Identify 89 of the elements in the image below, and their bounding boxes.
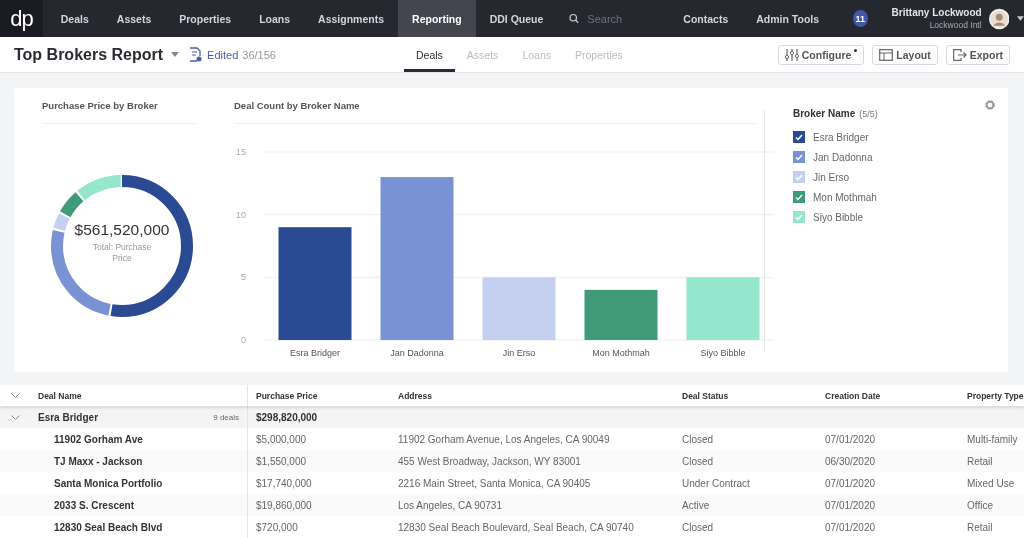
- axis-tick-label: 15: [236, 147, 246, 157]
- axis-category-label: Esra Bridger: [290, 348, 340, 358]
- column-header[interactable]: Property Type: [959, 385, 1024, 406]
- table-cell-text: 455 West Broadway, Jackson, WY 83001: [397, 454, 582, 469]
- nav-link[interactable]: Contacts: [669, 12, 743, 25]
- axis-category-label: Jin Erso: [502, 348, 536, 358]
- table-cell: 2033 S. Crescent: [30, 494, 248, 516]
- checkbox[interactable]: [793, 151, 805, 163]
- checkbox[interactable]: [793, 131, 805, 143]
- sliders-icon: [784, 48, 799, 61]
- legend-count: (5/5): [859, 109, 878, 119]
- settings-icon[interactable]: [984, 99, 996, 111]
- avatar-icon[interactable]: [988, 6, 1010, 31]
- legend-label: Esra Bridger: [813, 131, 869, 143]
- export-icon: [952, 48, 967, 61]
- checkbox[interactable]: [793, 191, 805, 203]
- table-cell-text: 07/01/2020: [824, 498, 877, 513]
- column-header[interactable]: Creation Date: [817, 385, 959, 406]
- logo[interactable]: dp: [0, 0, 43, 37]
- configure-button[interactable]: Configure: [777, 44, 865, 65]
- table-cell-text: 06/30/2020: [824, 454, 877, 469]
- axis-category-label: Siyo Bibble: [700, 348, 746, 358]
- legend-label: Mon Mothmah: [813, 191, 877, 203]
- table-cell-text: $19,860,000: [255, 498, 313, 513]
- table-cell-text: Closed: [681, 454, 715, 469]
- table-cell-text: Closed: [681, 520, 715, 535]
- table-cell: TJ Maxx - Jackson: [30, 450, 248, 472]
- search-field[interactable]: Search: [585, 11, 670, 26]
- table-cell-text: Los Angeles, CA 90731: [397, 498, 503, 513]
- notification-badge[interactable]: 11: [853, 10, 868, 27]
- axis-tick-label: 5: [241, 272, 246, 283]
- nav-link[interactable]: Admin Tools: [742, 12, 834, 25]
- nav-tab[interactable]: Assets: [102, 0, 166, 37]
- document-icon: [189, 47, 203, 62]
- nav-tab[interactable]: Properties: [165, 0, 246, 37]
- group-name: Esra Bridger: [38, 411, 99, 423]
- search-icon[interactable]: [569, 12, 580, 25]
- table-cell-text: 2216 Main Street, Santa Monica, CA 90405: [397, 476, 592, 491]
- table-cell-text: Mixed Use: [966, 476, 1016, 491]
- axis-tick-label: 0: [241, 335, 246, 345]
- table-cell-text: 07/01/2020: [824, 476, 877, 491]
- group-total: $298,820,000: [255, 410, 319, 425]
- table-cell-text: 11902 Gorham Avenue, Los Angeles, CA 90049: [397, 432, 611, 447]
- axis-tick-label: 10: [236, 209, 246, 220]
- chart-title: Deal Count by Broker Name: [234, 100, 756, 124]
- column-header[interactable]: Purchase Price: [248, 385, 390, 406]
- table-cell-text: $17,740,000: [255, 476, 313, 491]
- total-caption: Total: Purchase Price: [91, 241, 153, 264]
- table-cell-text: Office: [966, 498, 994, 513]
- nav-tab[interactable]: Reporting: [398, 0, 476, 37]
- nav-tab[interactable]: DDI Queue: [475, 0, 558, 37]
- table-cell-text: 07/01/2020: [824, 520, 877, 535]
- chevron-icon[interactable]: [10, 414, 20, 420]
- table-cell-text: 07/01/2020: [824, 432, 877, 447]
- table-cell-text: Active: [681, 498, 711, 513]
- table-cell-text: Retail: [966, 454, 994, 469]
- chevron-icon[interactable]: [10, 393, 20, 398]
- user-name: Brittany Lockwood: [891, 7, 982, 18]
- chart-title: Purchase Price by Broker: [42, 100, 196, 124]
- edited-label: Edited: [207, 48, 239, 61]
- table-cell-text: Closed: [681, 432, 715, 447]
- table-cell-text: $1,550,000: [255, 454, 308, 469]
- table-cell-text: Retail: [966, 520, 994, 535]
- column-header[interactable]: Deal Status: [674, 385, 817, 406]
- nav-tab[interactable]: Deals: [46, 0, 103, 37]
- legend-label: Siyo Bibble: [813, 211, 864, 223]
- table-cell-text: $5,000,000: [255, 432, 308, 447]
- column-header[interactable]: Address: [390, 385, 674, 406]
- axis-category-label: Mon Mothmah: [592, 348, 650, 358]
- legend-label: Jin Erso: [813, 171, 850, 183]
- table-cell-text: Multi-family: [966, 432, 1019, 447]
- table-cell-text: $720,000: [255, 520, 299, 535]
- table-cell: 12830 Seal Beach Blvd: [30, 516, 248, 538]
- edited-count: 36/156: [242, 48, 276, 61]
- legend-title: Broker Name: [793, 108, 856, 119]
- axis-category-label: Jan Dadonna: [390, 348, 444, 358]
- total-value: $561,520,000: [74, 220, 170, 239]
- caret-icon[interactable]: [1017, 16, 1024, 21]
- nav-tab[interactable]: Loans: [245, 0, 305, 37]
- layout-icon: [879, 48, 894, 61]
- layout-button[interactable]: Layout: [872, 44, 938, 65]
- legend-label: Jan Dadonna: [813, 151, 873, 163]
- report-title: Top Brokers Report: [14, 45, 164, 64]
- group-count: 9 deals: [213, 412, 239, 422]
- table-cell-text: 12830 Seal Beach Boulevard, Seal Beach, CA 90740: [397, 520, 635, 535]
- user-company: Lockwood Intl: [929, 20, 982, 30]
- nav-tab[interactable]: Assignments: [304, 0, 399, 37]
- export-button[interactable]: Export: [945, 44, 1010, 65]
- table-cell-text: Under Contract: [681, 476, 751, 491]
